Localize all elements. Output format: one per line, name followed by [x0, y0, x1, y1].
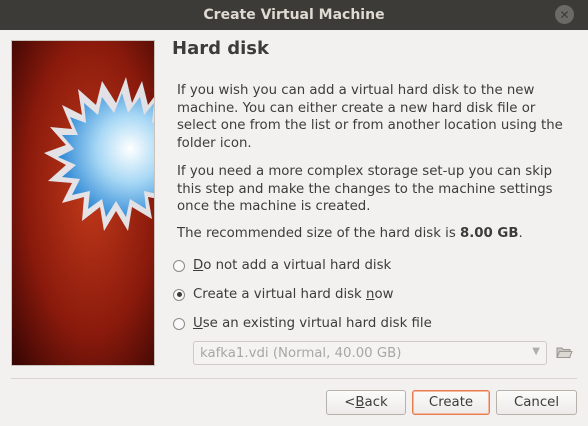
radio-label: Create a virtual hard disk now [193, 287, 394, 302]
radio-button[interactable] [173, 317, 185, 330]
page-title: Hard disk [172, 38, 269, 59]
recommended-size-text: The recommended size of the hard disk is… [177, 225, 575, 243]
cancel-button[interactable]: Cancel [496, 390, 577, 415]
existing-disk-value: kafka1.vdi (Normal, 40.00 GB) [200, 345, 402, 361]
radio-button[interactable] [173, 259, 185, 272]
chevron-down-icon: ▼ [532, 346, 540, 357]
intro-paragraph: If you wish you can add a virtual hard d… [177, 83, 563, 151]
close-button[interactable]: ✕ [555, 5, 574, 24]
window-title: Create Virtual Machine [203, 7, 385, 23]
choose-disk-file-button[interactable] [555, 343, 573, 361]
window-titlebar: Create Virtual Machine ✕ [0, 0, 588, 30]
radio-existing-disk[interactable]: Use an existing virtual hard disk file [173, 316, 432, 331]
wizard-side-image [11, 40, 155, 366]
close-icon: ✕ [559, 7, 570, 22]
existing-disk-select[interactable]: kafka1.vdi (Normal, 40.00 GB) ▼ [193, 341, 547, 365]
button-separator [11, 378, 577, 379]
radio-create-disk[interactable]: Create a virtual hard disk now [173, 287, 393, 302]
back-button[interactable]: < Back [326, 390, 406, 415]
radio-label: Do not add a virtual hard disk [193, 258, 392, 273]
radio-label: Use an existing virtual hard disk file [193, 316, 432, 331]
radio-button-checked[interactable] [173, 288, 185, 301]
folder-open-icon [556, 347, 573, 358]
create-button[interactable]: Create [412, 390, 490, 415]
radio-no-disk[interactable]: Do not add a virtual hard disk [173, 258, 391, 273]
recommended-size-value: 8.00 GB [459, 226, 519, 241]
recommended-suffix: . [518, 226, 523, 241]
skip-paragraph: If you need a more complex storage set-u… [177, 164, 553, 214]
virtualbox-wizard-burst-icon [12, 41, 154, 365]
recommended-prefix: The recommended size of the hard disk is [177, 226, 460, 241]
